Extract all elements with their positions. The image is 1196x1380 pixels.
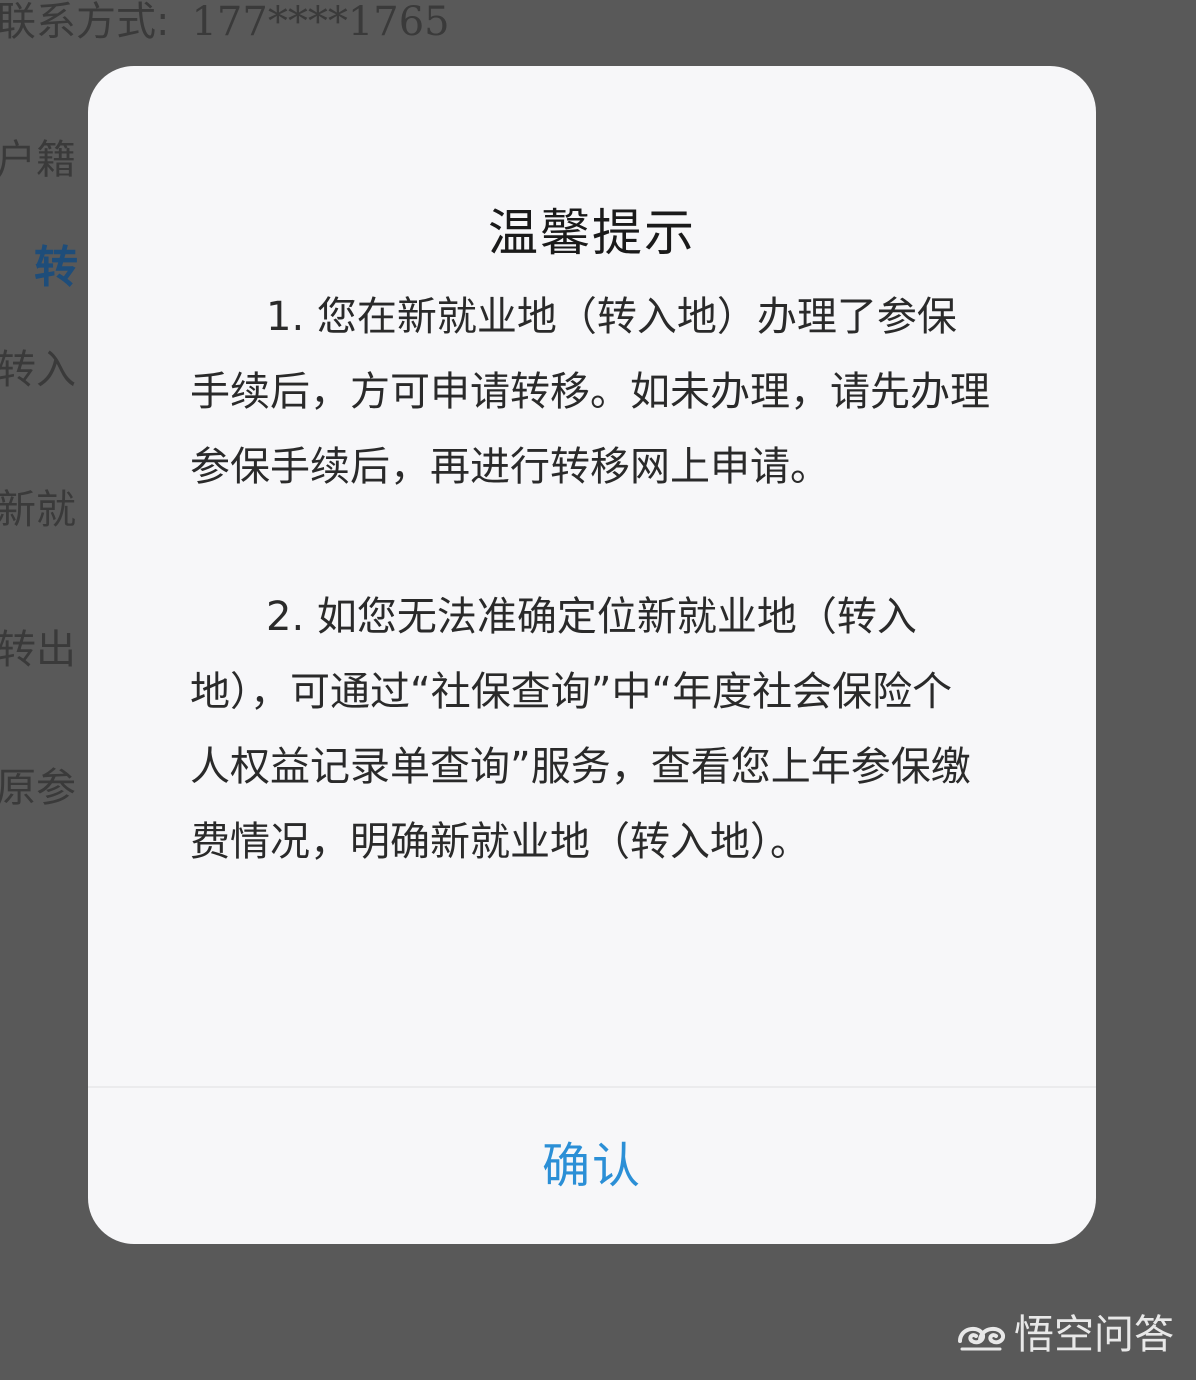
dialog-title: 温馨提示: [488, 204, 696, 262]
huji-row-label: 户籍: [0, 137, 76, 183]
zhuanru-row-label: 转入: [0, 347, 76, 393]
dialog-body: 1. 您在新就业地（转入地）办理了参保手续后，方可申请转移。如未办理，请先办理参…: [190, 280, 990, 880]
tip-dialog: 温馨提示 1. 您在新就业地（转入地）办理了参保手续后，方可申请转移。如未办理，…: [88, 66, 1096, 1244]
contact-value: 177****1765: [191, 0, 450, 45]
dialog-paragraph-1: 1. 您在新就业地（转入地）办理了参保手续后，方可申请转移。如未办理，请先办理参…: [190, 294, 990, 490]
section-title: 转: [34, 242, 78, 293]
zhuanchu-row-label: 转出: [0, 627, 76, 673]
wukong-watermark: 悟空问答: [956, 1312, 1174, 1358]
contact-label: 联系方式:: [0, 0, 170, 45]
watermark-text: 悟空问答: [1014, 1312, 1174, 1358]
wukong-logo-icon: [958, 1326, 1005, 1351]
contact-row: 联系方式: 177****1765: [0, 2, 450, 42]
xinjiu-row-label: 新就: [0, 487, 76, 533]
dialog-paragraph-2: 2. 如您无法准确定位新就业地（转入地），可通过“社保查询”中“年度社会保险个人…: [190, 594, 971, 865]
yuancan-row-label: 原参: [0, 765, 76, 811]
confirm-button[interactable]: 确认: [88, 1088, 1096, 1244]
